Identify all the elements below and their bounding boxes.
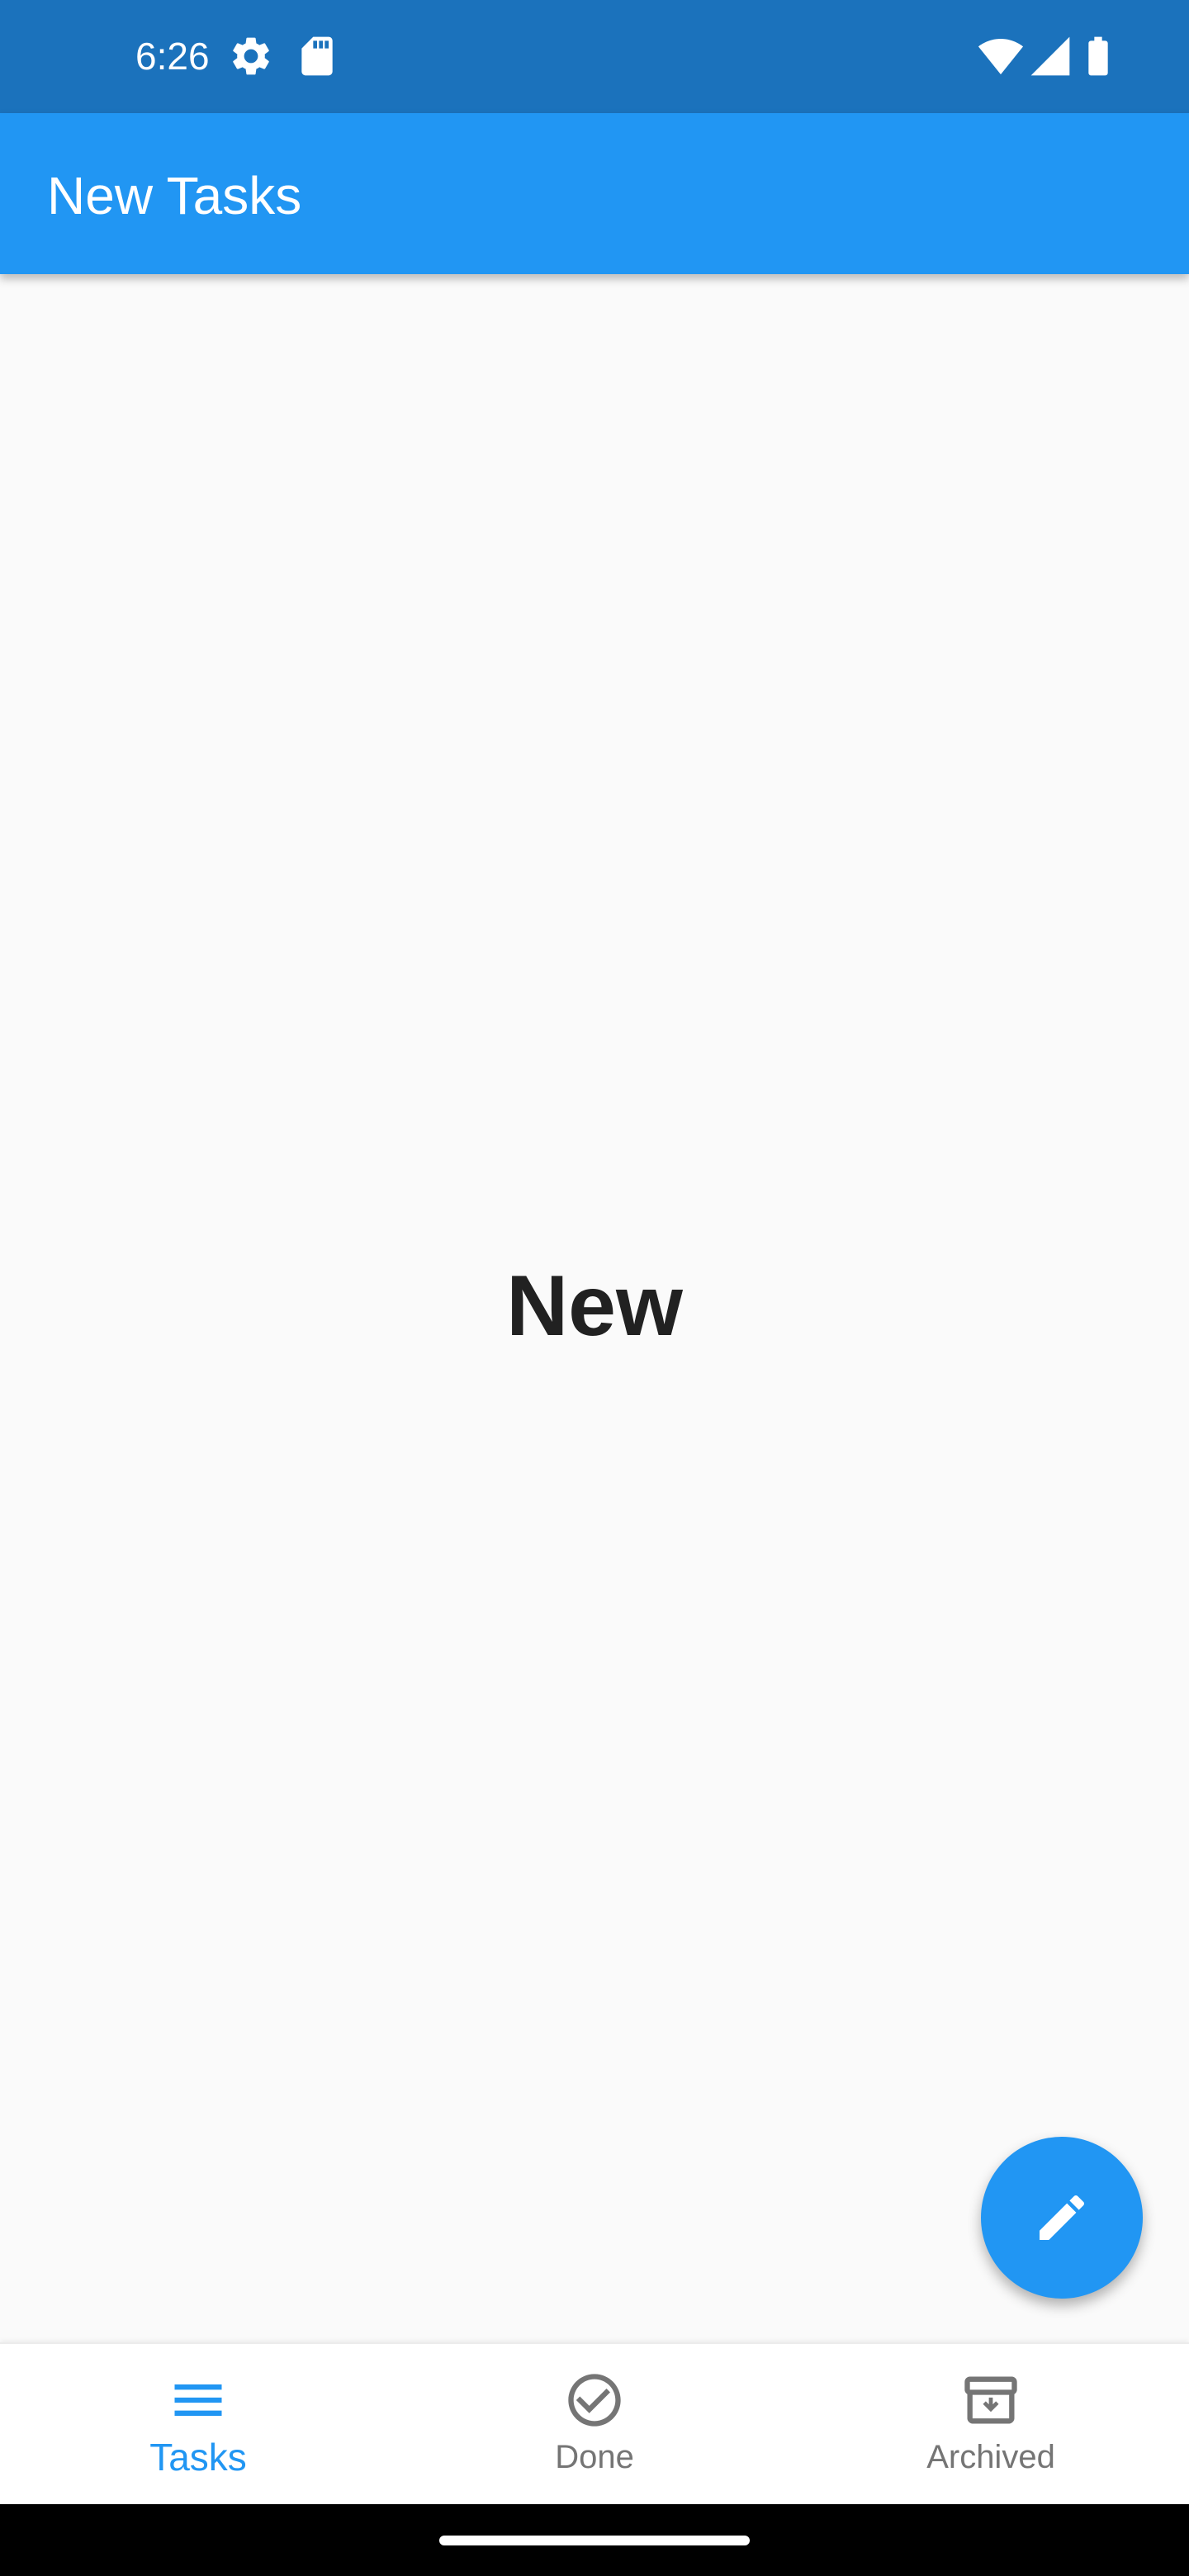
cellular-signal-icon: [1027, 33, 1073, 79]
main-content: New: [0, 274, 1189, 2342]
screen-label: New: [506, 1258, 683, 1354]
archive-box-icon: [959, 2369, 1022, 2432]
status-time: 6:26: [135, 35, 210, 78]
nav-label-tasks: Tasks: [149, 2436, 247, 2479]
check-circle-icon: [563, 2369, 626, 2432]
home-gesture-handle[interactable]: [439, 2536, 750, 2545]
menu-lines-icon: [167, 2369, 230, 2432]
settings-gear-icon: [228, 33, 274, 79]
nav-label-archived: Archived: [926, 2439, 1055, 2475]
nav-label-done: Done: [555, 2439, 634, 2475]
battery-icon: [1075, 33, 1121, 79]
nav-item-archived[interactable]: Archived: [793, 2344, 1189, 2506]
page-title: New Tasks: [47, 166, 302, 225]
add-task-fab-button[interactable]: [981, 2137, 1143, 2299]
wifi-icon: [978, 33, 1024, 79]
status-bar: 6:26: [0, 0, 1189, 113]
sd-card-icon: [294, 33, 340, 79]
app-bar: New Tasks: [0, 113, 1189, 274]
screen: 6:26 New Tasks New Tasks Done Archived: [0, 0, 1189, 2576]
nav-item-done[interactable]: Done: [396, 2344, 793, 2506]
pencil-icon: [1040, 2195, 1085, 2240]
nav-item-tasks[interactable]: Tasks: [0, 2344, 396, 2506]
system-navigation-bar: [0, 2504, 1189, 2576]
bottom-navigation: Tasks Done Archived: [0, 2342, 1189, 2506]
